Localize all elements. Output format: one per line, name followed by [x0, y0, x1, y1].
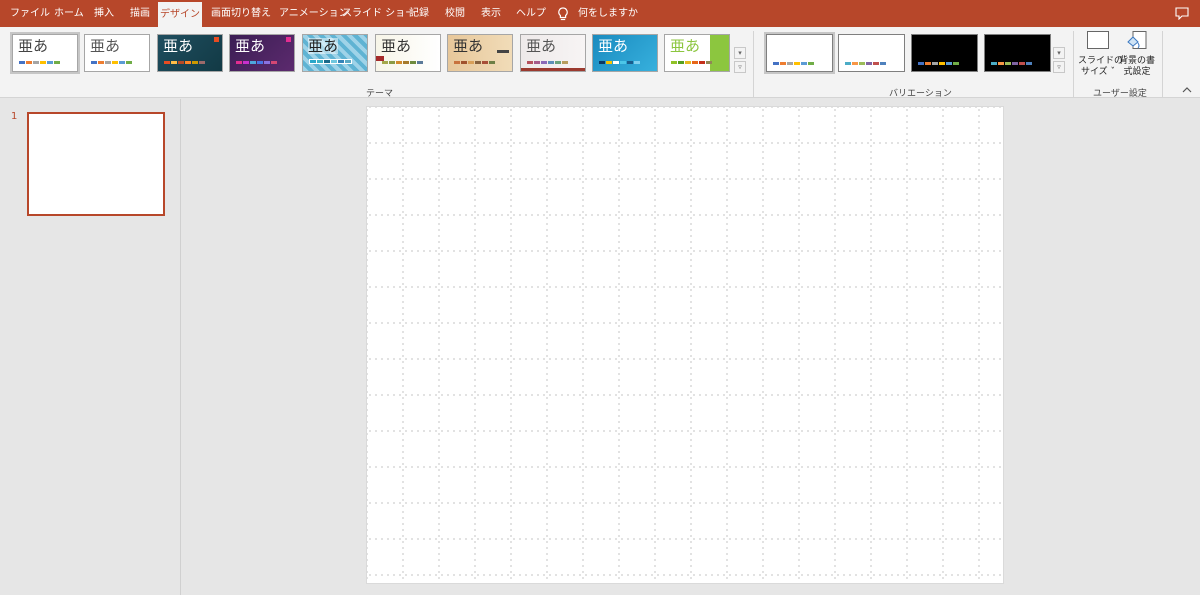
format-background-label-2: 式設定 [1123, 67, 1151, 77]
format-background-button[interactable]: 背景の書 式設定 [1118, 30, 1156, 85]
theme-ion[interactable]: 亜あ [592, 34, 658, 72]
slide-size-icon [1087, 31, 1109, 49]
theme-office[interactable]: 亜あ [10, 32, 80, 74]
slide-thumbnail[interactable] [27, 112, 165, 216]
tab-record[interactable]: 記録 [409, 0, 429, 27]
comment-icon[interactable] [1175, 7, 1189, 20]
group-divider [1162, 31, 1163, 97]
tab-view[interactable]: 表示 [481, 0, 501, 27]
format-background-icon [1127, 31, 1147, 49]
theme-wood[interactable]: 亜あ [447, 34, 513, 72]
theme-color-swatches [671, 61, 712, 64]
tell-me-search[interactable]: 何をしますか [578, 0, 638, 27]
variant-black[interactable] [911, 34, 978, 72]
theme-purple[interactable]: 亜あ [229, 34, 295, 72]
theme-color-swatches [382, 61, 423, 64]
theme-retrospect[interactable]: 亜あ [375, 34, 441, 72]
tab-animations[interactable]: アニメーション [279, 0, 349, 27]
theme-preview-text: 亜あ [90, 37, 121, 55]
variant-black-2[interactable] [984, 34, 1051, 72]
theme-color-swatches [454, 61, 495, 64]
tab-home[interactable]: ホーム [54, 0, 84, 27]
variant-white-2[interactable] [838, 34, 905, 72]
theme-preview-text: 亜あ [18, 37, 49, 55]
theme-color-swatches [236, 61, 277, 64]
variants-scroll-down[interactable]: ▾ [1053, 47, 1065, 59]
slide-thumbnail-pane: 1 [0, 99, 181, 595]
tab-review[interactable]: 校閲 [445, 0, 465, 27]
variations-group-label: バリエーション [889, 89, 952, 99]
theme-color-swatches [164, 61, 205, 64]
slide-size-label: スライドの [1078, 56, 1124, 66]
tab-draw[interactable]: 描画 [130, 0, 150, 27]
theme-color-swatches [309, 59, 352, 64]
tab-slide-show[interactable]: スライド ショー [342, 0, 415, 27]
variant-color-swatches [773, 62, 814, 65]
theme-color-swatches [19, 61, 60, 64]
lightbulb-icon[interactable] [557, 7, 569, 21]
themes-group-label: テーマ [366, 89, 394, 99]
theme-checker[interactable]: 亜あ [302, 34, 368, 72]
group-divider [1073, 31, 1074, 97]
theme-color-swatches [91, 61, 132, 64]
ribbon-tab-bar: ファイル ホーム 挿入 描画 デザイン 画面切り替え アニメーション スライド … [0, 0, 1200, 27]
theme-preview-text: 亜あ [670, 37, 701, 55]
theme-office-2[interactable]: 亜あ [84, 34, 150, 72]
slide-editor-area [182, 99, 1200, 595]
tab-help[interactable]: ヘルプ [516, 0, 546, 27]
variant-color-swatches [918, 62, 959, 65]
theme-preview-text: 亜あ [526, 37, 557, 55]
tab-design[interactable]: デザイン [158, 2, 202, 27]
theme-preview-text: 亜あ [308, 37, 339, 55]
theme-preview-text: 亜あ [163, 37, 194, 55]
theme-facet[interactable]: 亜あ [664, 34, 730, 72]
slide-size-button[interactable]: スライドの サイズ ˇ [1078, 30, 1124, 85]
theme-gallery[interactable]: 亜あ [520, 34, 586, 72]
themes-more-button[interactable]: ▿ [734, 61, 746, 73]
variant-color-swatches [991, 62, 1032, 65]
slide-canvas[interactable] [366, 106, 1004, 584]
slide-number: 1 [11, 111, 18, 122]
variant-white[interactable] [764, 32, 835, 74]
theme-color-swatches [527, 61, 568, 64]
format-background-label: 背景の書 [1118, 56, 1155, 66]
theme-color-swatches [599, 61, 640, 64]
variants-more-button[interactable]: ▿ [1053, 61, 1065, 73]
variant-color-swatches [845, 62, 886, 65]
theme-preview-text: 亜あ [598, 37, 629, 55]
tab-insert[interactable]: 挿入 [94, 0, 114, 27]
slide-size-label-2: サイズ ˇ [1080, 67, 1116, 77]
theme-preview-text: 亜あ [381, 37, 412, 55]
collapse-ribbon-icon[interactable] [1180, 84, 1194, 96]
themes-scroll-down[interactable]: ▾ [734, 47, 746, 59]
theme-preview-text: 亜あ [453, 37, 484, 55]
group-divider [753, 31, 754, 97]
theme-preview-text: 亜あ [235, 37, 266, 55]
tab-transitions[interactable]: 画面切り替え [211, 0, 271, 27]
theme-teal[interactable]: 亜あ [157, 34, 223, 72]
ribbon: 亜あ 亜あ 亜あ 亜あ 亜あ 亜あ 亜あ 亜あ 亜あ 亜あ ▾ ▿ テーマ ▾ … [0, 27, 1200, 99]
tab-file[interactable]: ファイル [10, 0, 50, 27]
customize-group-label: ユーザー設定 [1093, 89, 1147, 99]
